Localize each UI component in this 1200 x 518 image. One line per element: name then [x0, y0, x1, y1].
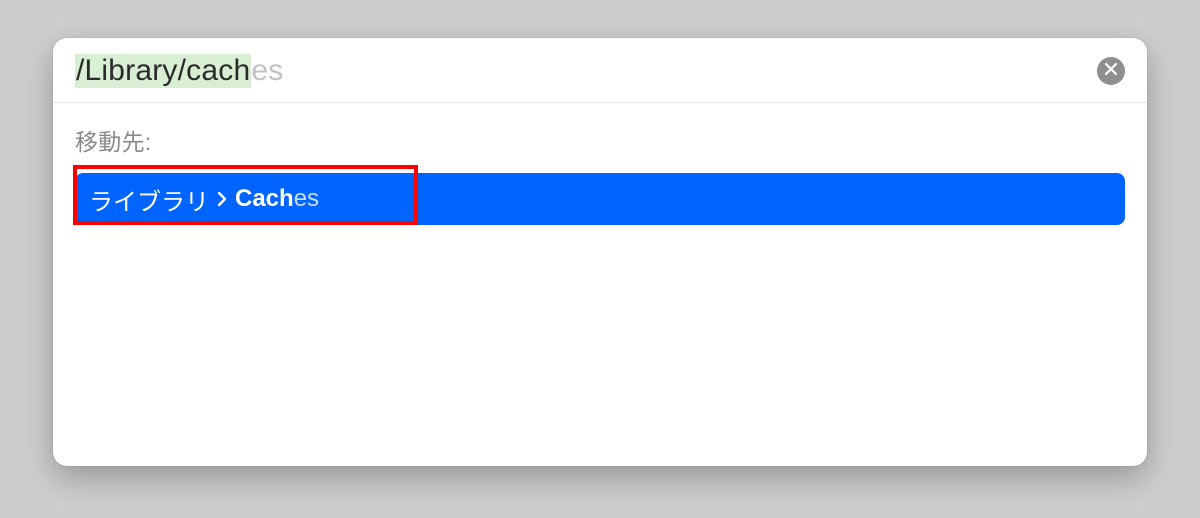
clear-input-button[interactable] — [1097, 57, 1125, 85]
match-bold-part: Cach — [235, 185, 294, 212]
path-autocomplete-suffix: es — [251, 54, 283, 88]
result-row-caches[interactable]: ライブラリ Caches — [75, 173, 1125, 225]
path-typed-text: /Library/cach — [75, 54, 251, 88]
go-to-folder-panel: /Library/caches 移動先: ライブラリ Caches — [53, 38, 1147, 466]
match-tail-part: es — [294, 185, 319, 212]
close-icon — [1105, 62, 1117, 80]
breadcrumb-segment-library: ライブラリ — [89, 182, 209, 217]
breadcrumb-segment-caches: Caches — [235, 185, 319, 213]
path-input[interactable]: /Library/caches — [75, 54, 1097, 88]
go-to-label: 移動先: — [75, 123, 1125, 157]
results-area: 移動先: ライブラリ Caches — [53, 103, 1147, 466]
path-input-row: /Library/caches — [53, 38, 1147, 103]
chevron-right-icon — [217, 191, 227, 207]
